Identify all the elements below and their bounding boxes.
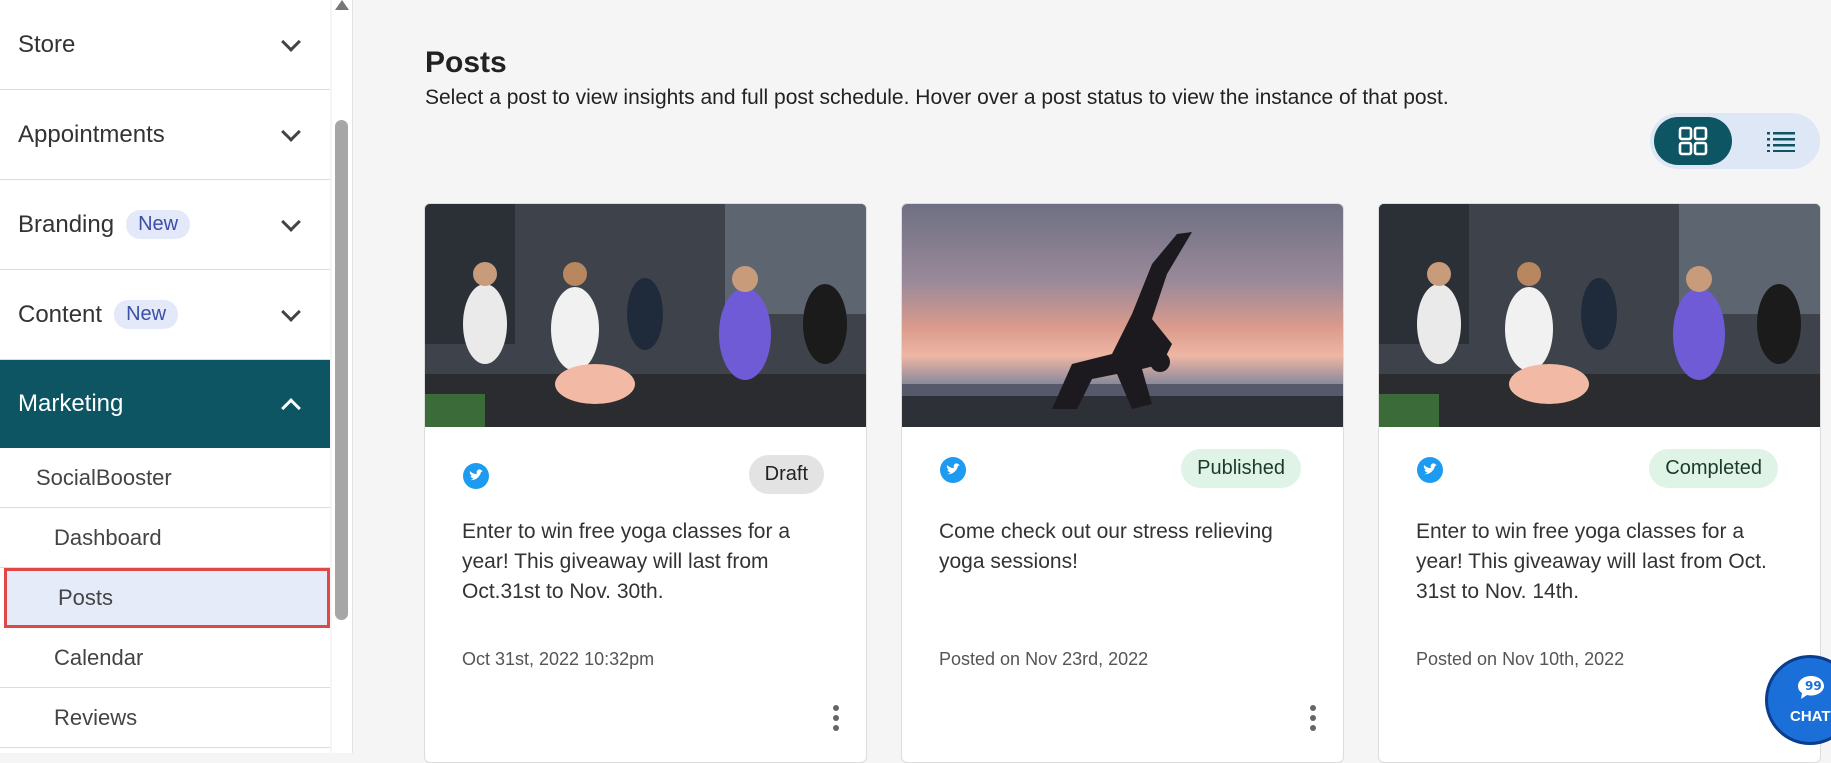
page-subtitle: Select a post to view insights and full …	[425, 86, 1449, 109]
nav-item-content[interactable]: Content New	[0, 270, 330, 360]
sidebar-scrollbar-thumb[interactable]	[335, 120, 348, 620]
chevron-down-icon	[281, 121, 301, 142]
post-date: Posted on Nov 23rd, 2022	[939, 649, 1149, 669]
sidebar: Store Appointments Branding New Content …	[0, 0, 330, 753]
post-text: Enter to win free yoga classes for a yea…	[1416, 520, 1767, 603]
nav-item-branding[interactable]: Branding New	[0, 180, 330, 270]
chevron-down-icon	[281, 301, 301, 322]
post-image-yoga-class	[1379, 204, 1820, 427]
scroll-up-arrow-icon[interactable]	[335, 0, 349, 10]
nav-item-appointments[interactable]: Appointments	[0, 90, 330, 180]
post-card[interactable]: Completed Enter to win free yoga classes…	[1378, 203, 1821, 763]
chevron-down-icon	[281, 31, 301, 52]
post-date: Posted on Nov 10th, 2022	[1416, 649, 1625, 669]
nav-list: Store Appointments Branding New Content …	[0, 0, 330, 748]
nav-item-label: Content	[18, 300, 103, 328]
view-toggle	[1650, 113, 1820, 169]
list-view-button[interactable]	[1742, 117, 1820, 165]
nav-item-label: Store	[18, 30, 76, 58]
sub-item-calendar[interactable]: Calendar	[0, 628, 330, 688]
post-text: Come check out our stress relieving yoga…	[939, 520, 1273, 573]
yoga-class-illustration	[425, 204, 866, 427]
sub-item-socialbooster[interactable]: SocialBooster	[0, 448, 330, 508]
post-date: Oct 31st, 2022 10:32pm	[462, 649, 655, 669]
yoga-class-illustration	[1379, 204, 1820, 427]
sub-item-dashboard[interactable]: Dashboard	[0, 508, 330, 568]
status-badge: Draft	[748, 455, 824, 494]
nav-item-label: Branding	[18, 210, 115, 238]
new-badge: New	[126, 210, 191, 239]
grid-view-icon	[1678, 126, 1708, 156]
sub-item-posts[interactable]: Posts	[4, 568, 330, 628]
post-card[interactable]: Published Come check out our stress reli…	[901, 203, 1344, 763]
chevron-up-icon	[281, 398, 301, 418]
new-badge: New	[114, 300, 179, 329]
page-title: Posts	[425, 46, 507, 79]
status-badge: Published	[1181, 449, 1301, 488]
twitter-icon	[463, 463, 489, 489]
post-card[interactable]: Draft Enter to win free yoga classes for…	[424, 203, 867, 763]
more-vertical-icon[interactable]	[1309, 705, 1317, 735]
chat-icon: 99	[1798, 676, 1824, 699]
grid-view-button[interactable]	[1654, 117, 1732, 165]
nav-item-label: Marketing	[18, 390, 124, 417]
post-text: Enter to win free yoga classes for a yea…	[462, 520, 790, 603]
twitter-icon	[1417, 457, 1443, 483]
nav-item-store[interactable]: Store	[0, 0, 330, 90]
main-content: Posts Select a post to view insights and…	[353, 0, 1831, 763]
more-vertical-icon[interactable]	[832, 705, 840, 735]
chat-label: CHAT	[1790, 708, 1831, 725]
twitter-icon	[940, 457, 966, 483]
sub-item-reviews[interactable]: Reviews	[0, 688, 330, 748]
post-image-yoga-sunset	[902, 204, 1343, 427]
list-view-icon	[1767, 132, 1795, 152]
post-image-yoga-class	[425, 204, 866, 427]
nav-item-label: Appointments	[18, 120, 165, 148]
chevron-down-icon	[281, 211, 301, 232]
nav-item-marketing[interactable]: Marketing	[0, 360, 330, 448]
yoga-sunset-illustration	[902, 232, 1343, 427]
status-badge: Completed	[1649, 449, 1778, 488]
svg-text:99: 99	[1805, 679, 1822, 693]
